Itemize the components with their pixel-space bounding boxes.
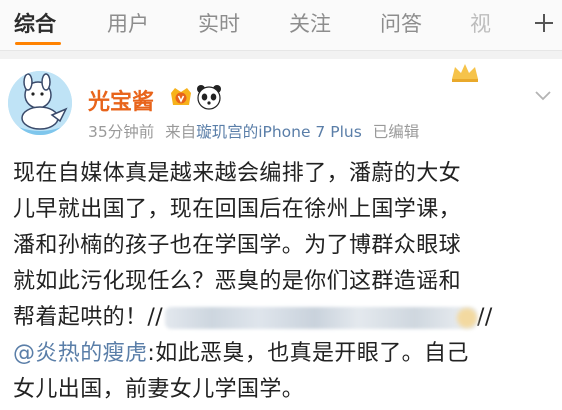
post-source-prefix: 来自 bbox=[165, 123, 197, 141]
chevron-down-icon[interactable] bbox=[532, 84, 554, 106]
repost-suffix: // bbox=[477, 305, 493, 330]
post-time: 35分钟前 bbox=[88, 123, 155, 141]
post-line: 女儿出国，前妻女儿学国学。 bbox=[13, 377, 305, 402]
post-line: 潘和孙楠的孩子也在学国学。为了博群众眼球 bbox=[13, 233, 462, 258]
search-tab-bar: 综合 用户 实时 关注 问答 视 bbox=[0, 0, 562, 51]
tab-users[interactable]: 用户 bbox=[107, 10, 149, 38]
avatar[interactable] bbox=[8, 71, 72, 135]
tab-realtime[interactable]: 实时 bbox=[198, 10, 240, 38]
avatar-illustration-icon bbox=[8, 71, 72, 135]
panda-icon bbox=[197, 85, 221, 110]
plus-icon[interactable] bbox=[532, 11, 556, 35]
vip-badge-icon[interactable] bbox=[168, 85, 194, 109]
post-line-mention: @炎热的瘦虎:如此恶臭，也真是开眼了。自己 bbox=[13, 336, 553, 372]
tab-following[interactable]: 关注 bbox=[289, 10, 331, 38]
crown-icon bbox=[452, 64, 478, 82]
post-source-device[interactable]: 璇玑宫的iPhone 7 Plus bbox=[196, 123, 362, 141]
tab-comprehensive[interactable]: 综合 bbox=[14, 10, 56, 38]
tab-video[interactable]: 视 bbox=[470, 10, 491, 38]
post-body: 现在自媒体真是越来越会编排了，潘蔚的大女 儿早就出国了，现在回国后在徐州上国学课… bbox=[13, 156, 553, 408]
tab-qa[interactable]: 问答 bbox=[380, 10, 422, 38]
weibo-post-card[interactable]: 光宝酱 35分钟前 来自璇玑宫的iPhone 7 Plus 已编辑 现在自媒体真… bbox=[0, 59, 562, 410]
edited-label: 已编辑 bbox=[372, 123, 420, 141]
post-meta: 35分钟前 来自璇玑宫的iPhone 7 Plus 已编辑 bbox=[88, 120, 425, 142]
blurred-repost-text bbox=[165, 307, 478, 329]
user-mention[interactable]: @炎热的瘦虎 bbox=[13, 341, 147, 366]
active-tab-indicator bbox=[15, 42, 61, 45]
mention-text: :如此恶臭，也真是开眼了。自己 bbox=[147, 341, 469, 366]
author-name[interactable]: 光宝酱 bbox=[88, 84, 154, 116]
post-line: 现在自媒体真是越来越会编排了，潘蔚的大女 bbox=[13, 161, 462, 186]
post-line-repost: 帮着起哄的！// // bbox=[13, 300, 553, 336]
section-divider bbox=[0, 51, 562, 59]
repost-prefix: 帮着起哄的！// bbox=[13, 305, 164, 330]
blurred-emoji-icon bbox=[457, 308, 478, 328]
post-line: 就如此污化现任么？恶臭的是你们这群造谣和 bbox=[13, 269, 462, 294]
post-line: 儿早就出国了，现在回国后在徐州上国学课， bbox=[13, 197, 462, 222]
